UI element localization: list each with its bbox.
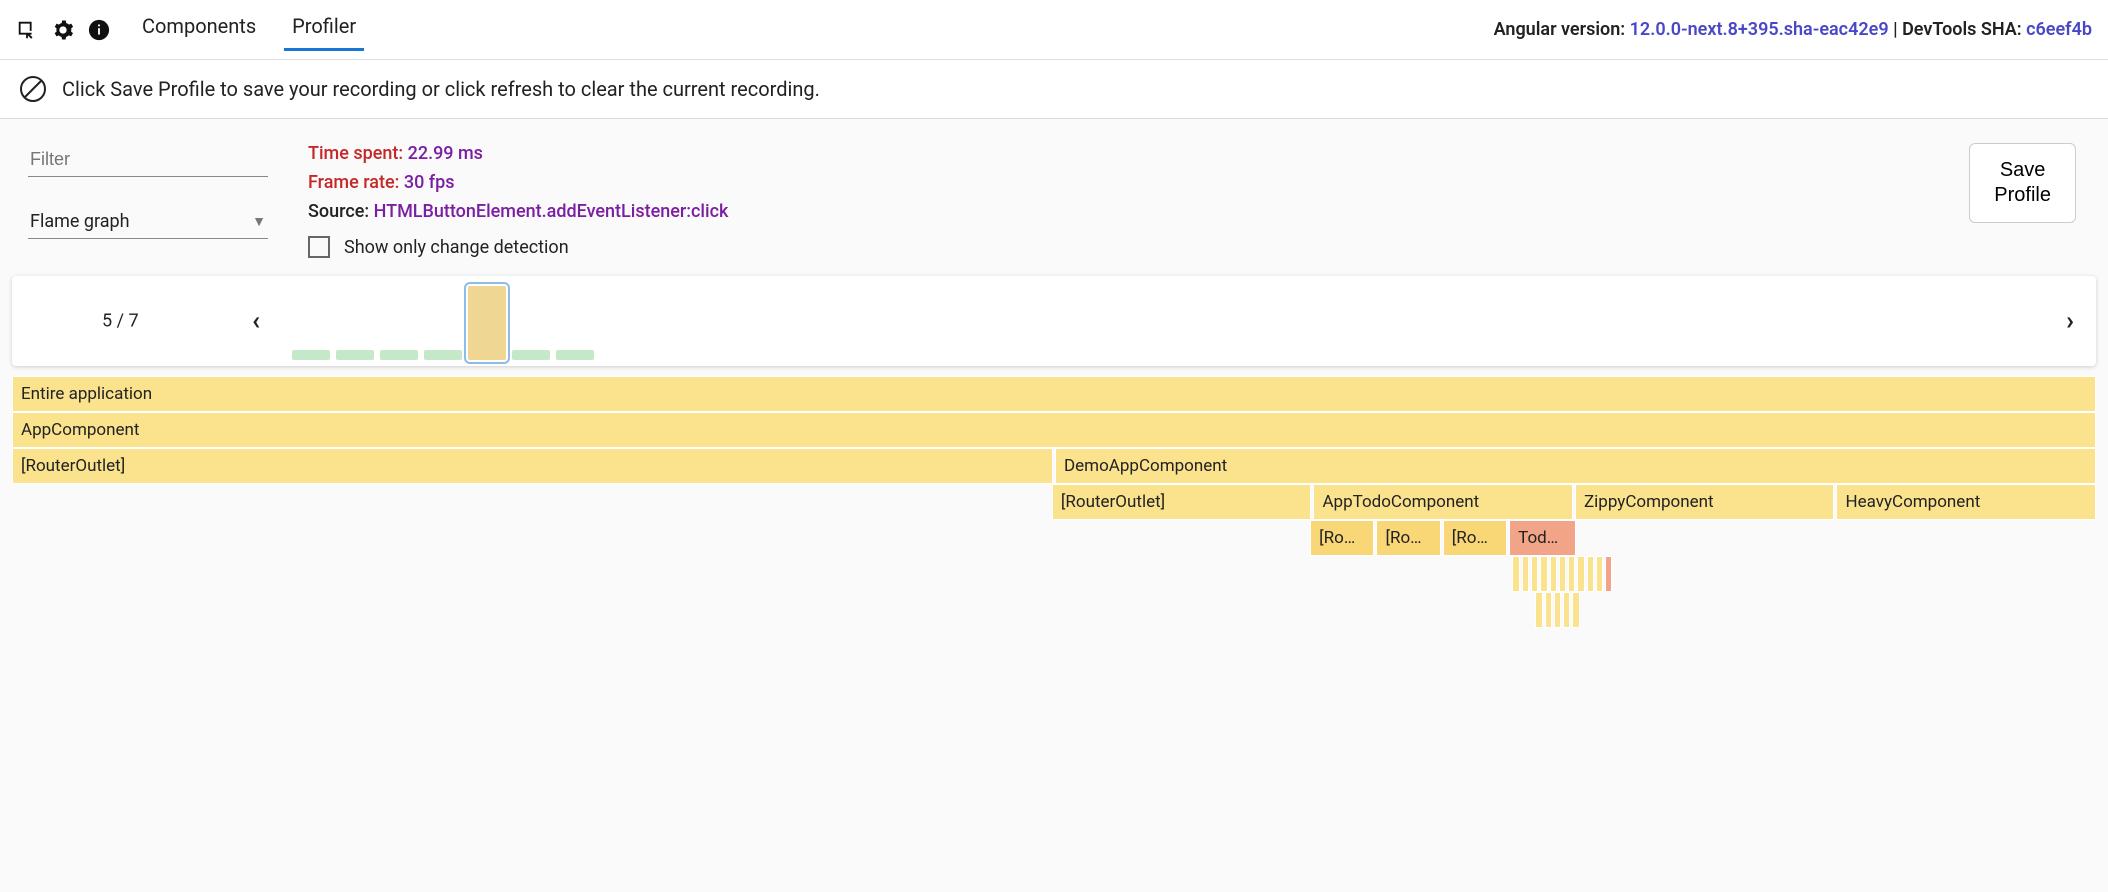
instruction-row: Click Save Profile to save your recordin… bbox=[0, 60, 2108, 119]
flame-cell[interactable] bbox=[1587, 556, 1594, 592]
flame-cell[interactable] bbox=[1522, 556, 1529, 592]
flame-cell[interactable] bbox=[1559, 556, 1566, 592]
flame-cell[interactable]: [Ro… bbox=[1376, 520, 1440, 556]
not-allowed-icon bbox=[20, 76, 46, 102]
flame-cell[interactable] bbox=[1535, 592, 1542, 628]
source-value: HTMLButtonElement.addEventListener:click bbox=[374, 201, 729, 222]
timeline-bar[interactable] bbox=[468, 286, 506, 360]
chevron-down-icon: ▼ bbox=[252, 213, 266, 230]
timeline-bar[interactable] bbox=[556, 350, 594, 360]
inspect-icon[interactable] bbox=[16, 19, 38, 41]
timeline-prev-button[interactable]: ‹ bbox=[252, 306, 260, 336]
version-label: Angular version: bbox=[1494, 19, 1630, 40]
flame-row: Entire application bbox=[12, 376, 2096, 412]
flame-row: AppComponent bbox=[12, 412, 2096, 448]
top-bar: Components Profiler Angular version: 12.… bbox=[0, 0, 2108, 60]
change-detection-checkbox[interactable] bbox=[308, 236, 330, 258]
timeline-bar[interactable] bbox=[292, 350, 330, 360]
time-spent-label: Time spent: bbox=[308, 143, 408, 164]
flame-graph: Entire applicationAppComponent[RouterOut… bbox=[12, 376, 2096, 628]
flame-row: [RouterOutlet]DemoAppComponent bbox=[12, 448, 2096, 484]
flame-cell[interactable]: [Ro… bbox=[1443, 520, 1507, 556]
timeline-bar[interactable] bbox=[380, 350, 418, 360]
flame-cell[interactable] bbox=[1577, 556, 1584, 592]
flame-cell[interactable]: AppTodoComponent bbox=[1313, 484, 1573, 520]
controls-left: Flame graph ▼ bbox=[28, 143, 268, 239]
gear-icon[interactable] bbox=[52, 19, 74, 41]
flame-cell[interactable]: Entire application bbox=[12, 376, 2096, 412]
flame-cell[interactable] bbox=[1531, 556, 1538, 592]
view-mode-select[interactable]: Flame graph ▼ bbox=[28, 205, 268, 239]
flame-row: [Ro…[Ro…[Ro…Tod… bbox=[12, 520, 2096, 556]
flame-cell[interactable] bbox=[1563, 592, 1570, 628]
time-spent-value: 22.99 ms bbox=[408, 143, 483, 164]
instruction-text: Click Save Profile to save your recordin… bbox=[62, 77, 820, 101]
flame-cell[interactable]: HeavyComponent bbox=[1836, 484, 2096, 520]
change-detection-label: Show only change detection bbox=[344, 237, 569, 258]
flame-row: [RouterOutlet]AppTodoComponentZippyCompo… bbox=[12, 484, 2096, 520]
flame-cell[interactable] bbox=[1605, 556, 1612, 592]
info-icon[interactable] bbox=[88, 19, 110, 41]
frame-rate-label: Frame rate: bbox=[308, 172, 404, 193]
timeline-card: 5 / 7 ‹ › bbox=[12, 276, 2096, 366]
timeline-bar[interactable] bbox=[336, 350, 374, 360]
flame-cell[interactable] bbox=[1596, 556, 1603, 592]
frame-rate-value: 30 fps bbox=[404, 172, 455, 193]
view-mode-value: Flame graph bbox=[30, 211, 130, 232]
flame-cell[interactable]: [Ro… bbox=[1310, 520, 1374, 556]
flame-cell[interactable]: AppComponent bbox=[12, 412, 2096, 448]
save-profile-button[interactable]: Save Profile bbox=[1969, 143, 2076, 223]
flame-cell[interactable] bbox=[1540, 556, 1547, 592]
source-label: Source: bbox=[308, 201, 374, 222]
flame-cell[interactable]: [RouterOutlet] bbox=[1052, 484, 1312, 520]
tab-components[interactable]: Components bbox=[134, 8, 264, 51]
timeline-bar[interactable] bbox=[424, 350, 462, 360]
timeline-bars bbox=[292, 286, 594, 360]
timeline-next-button[interactable]: › bbox=[2066, 306, 2074, 336]
tabs: Components Profiler bbox=[134, 8, 364, 51]
filter-input[interactable] bbox=[28, 143, 268, 177]
devtools-label: | DevTools SHA: bbox=[1889, 19, 2027, 40]
flame-cell[interactable] bbox=[1572, 592, 1579, 628]
flame-cell[interactable] bbox=[1568, 556, 1575, 592]
angular-version: 12.0.0-next.8+395.sha-eac42e9 bbox=[1630, 19, 1889, 40]
top-bar-icons bbox=[16, 19, 110, 41]
flame-cell[interactable] bbox=[1554, 592, 1561, 628]
timeline-position: 5 / 7 bbox=[102, 311, 139, 332]
metrics: Time spent: 22.99 ms Frame rate: 30 fps … bbox=[308, 143, 728, 258]
flame-cell[interactable]: DemoAppComponent bbox=[1055, 448, 2096, 484]
flame-cell[interactable] bbox=[1545, 592, 1552, 628]
version-info: Angular version: 12.0.0-next.8+395.sha-e… bbox=[1494, 19, 2092, 40]
flame-cell[interactable] bbox=[1550, 556, 1557, 592]
devtools-sha: c6eef4b bbox=[2026, 19, 2092, 40]
timeline-bar[interactable] bbox=[512, 350, 550, 360]
flame-cell[interactable] bbox=[1512, 556, 1519, 592]
flame-cell[interactable]: Tod… bbox=[1509, 520, 1575, 556]
flame-cell[interactable]: [RouterOutlet] bbox=[12, 448, 1053, 484]
tab-profiler[interactable]: Profiler bbox=[284, 8, 364, 51]
flame-cell[interactable]: ZippyComponent bbox=[1575, 484, 1835, 520]
controls-block: Flame graph ▼ Time spent: 22.99 ms Frame… bbox=[0, 119, 2108, 276]
